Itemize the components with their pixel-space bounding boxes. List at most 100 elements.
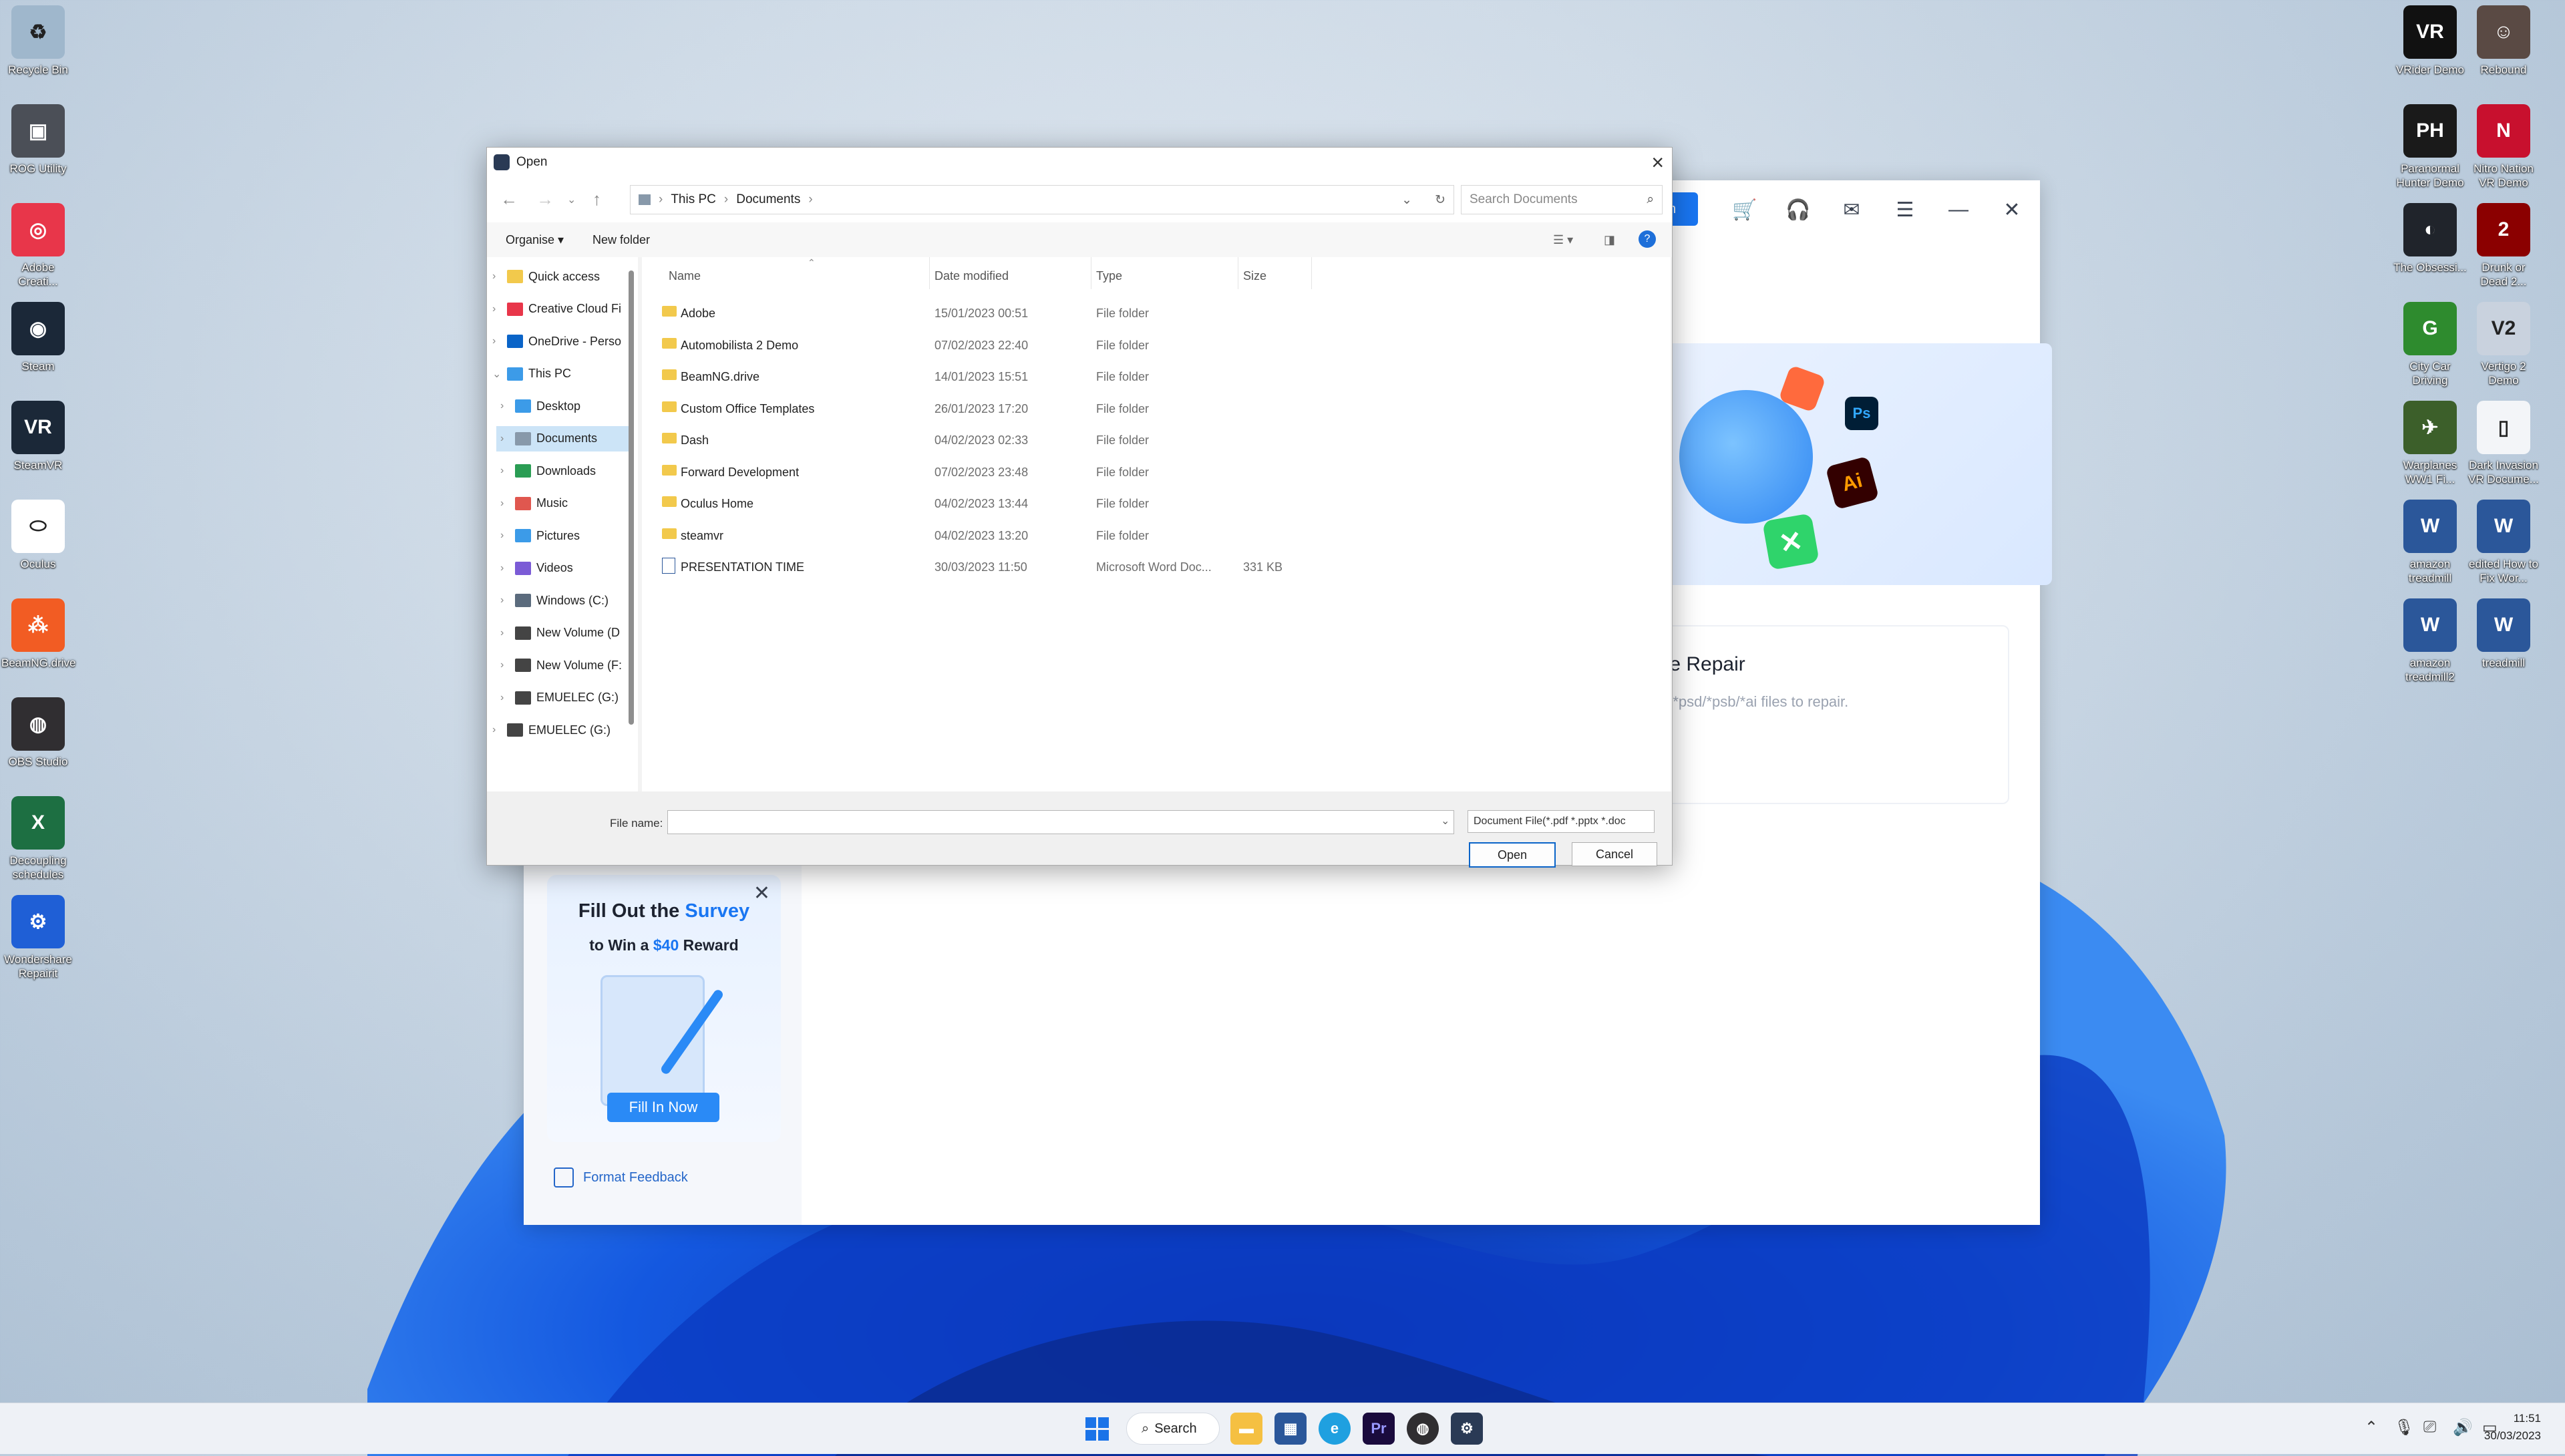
nav-item[interactable]: › Downloads (496, 458, 631, 484)
recent-dropdown-icon[interactable]: ⌄ (567, 193, 576, 206)
expand-chevron-icon[interactable]: › (492, 724, 507, 736)
desktop-icon[interactable]: VR SteamVR (1, 401, 75, 472)
desktop-icon[interactable]: 2 Drunk or Dead 2... (2467, 203, 2540, 289)
forward-arrow-icon[interactable]: → (536, 189, 554, 210)
expand-chevron-icon[interactable]: › (500, 562, 515, 574)
cart-icon[interactable]: 🛒 (1730, 195, 1759, 224)
file-row[interactable]: PRESENTATION TIME 30/03/2023 11:50 Microso… (642, 551, 1310, 582)
column-size[interactable]: Size (1243, 269, 1266, 283)
obs-icon[interactable]: ◍ (1407, 1413, 1439, 1445)
nav-item[interactable]: › EMUELEC (G:) (496, 685, 631, 711)
path-dropdown-icon[interactable]: ⌄ (1401, 192, 1412, 208)
desktop-icon[interactable]: N Nitro Nation VR Demo (2467, 104, 2540, 190)
up-arrow-icon[interactable]: ↑ (592, 189, 601, 210)
desktop-icon[interactable]: ☺ Rebound (2467, 5, 2540, 77)
edge-icon[interactable]: e (1319, 1413, 1351, 1445)
mail-icon[interactable]: ✉ (1837, 195, 1866, 224)
volume-icon[interactable]: 🔊 (2453, 1418, 2473, 1437)
survey-card[interactable]: ✕ Fill Out the Survey to Win a $40 Rewar… (547, 875, 781, 1142)
desktop-icon[interactable]: ⁂ BeamNG.drive (1, 598, 75, 670)
file-row[interactable]: Dash 04/02/2023 02:33 File folder (642, 424, 1310, 455)
refresh-icon[interactable]: ↻ (1435, 192, 1445, 208)
desktop-icon[interactable]: ◎ Adobe Creati... (1, 203, 75, 289)
cancel-button[interactable]: Cancel (1572, 842, 1657, 866)
nav-item[interactable]: › Desktop (496, 393, 631, 419)
nav-item[interactable]: › EMUELEC (G:) (488, 717, 631, 743)
search-field[interactable]: Search Documents ⌕ (1461, 185, 1663, 214)
expand-chevron-icon[interactable]: › (500, 659, 515, 671)
nav-item[interactable]: › Quick access (488, 264, 631, 289)
premiere-icon[interactable]: Pr (1363, 1413, 1395, 1445)
expand-chevron-icon[interactable]: › (500, 465, 515, 477)
desktop-icon[interactable]: ◉ Steam (1, 302, 75, 373)
file-row[interactable]: Forward Development 07/02/2023 23:48 File … (642, 456, 1310, 487)
desktop-icon[interactable]: ✈ Warplanes WW1 Fi... (2393, 401, 2467, 486)
desktop-icon[interactable]: ⬭ Oculus (1, 500, 75, 571)
desktop-icon[interactable]: Wamazon treadmill (2393, 500, 2467, 585)
file-repair-card[interactable]: ile Repair d *psd/*psb/*ai files to repa… (1659, 625, 2009, 804)
desktop-icon[interactable]: ▯ Dark Invasion VR Docume... (2467, 401, 2540, 486)
nav-item[interactable]: › Pictures (496, 523, 631, 548)
desktop-icon[interactable]: G City Car Driving (2393, 302, 2467, 387)
breadcrumb[interactable]: › This PC › Documents › ⌄ ↻ (630, 185, 1454, 214)
network-icon[interactable]: ⎚ (2423, 1418, 2436, 1437)
repairit-taskbar-icon[interactable]: ⚙ (1451, 1413, 1483, 1445)
store-icon[interactable]: ▦ (1274, 1413, 1307, 1445)
expand-chevron-icon[interactable]: › (500, 530, 515, 542)
close-icon[interactable]: ✕ (1997, 195, 2027, 224)
nav-item[interactable]: › Music (496, 491, 631, 516)
menu-icon[interactable]: ☰ (1890, 195, 1920, 224)
format-feedback-link[interactable]: Format Feedback (554, 1167, 688, 1188)
start-icon[interactable] (1081, 1413, 1113, 1445)
desktop-icon[interactable]: ⚙ Wondershare Repairit (1, 895, 75, 980)
expand-chevron-icon[interactable]: › (500, 627, 515, 639)
fill-in-now-button[interactable]: Fill In Now (607, 1093, 719, 1122)
nav-item[interactable]: › Creative Cloud Fi (488, 297, 631, 322)
dialog-close-icon[interactable]: × (1651, 150, 1664, 175)
organise-button[interactable]: Organise ▾ (506, 233, 564, 247)
system-clock[interactable]: 11:51 30/03/2023 (2484, 1410, 2541, 1445)
nav-item[interactable]: › New Volume (F: (496, 653, 631, 678)
minimize-icon[interactable]: — (1944, 195, 1973, 224)
tray-overflow-icon[interactable]: ⌃ (2365, 1418, 2378, 1437)
nav-item[interactable]: ⌄ This PC (488, 361, 631, 387)
expand-chevron-icon[interactable]: › (492, 303, 507, 315)
desktop-icon[interactable]: VR VRider Demo (2393, 5, 2467, 77)
file-row[interactable]: Adobe 15/01/2023 00:51 File folder (642, 297, 1310, 328)
expand-chevron-icon[interactable]: › (500, 594, 515, 606)
microphone-icon[interactable]: 🎙 (2394, 1418, 2414, 1437)
nav-item[interactable]: › New Volume (D (496, 620, 631, 646)
new-folder-button[interactable]: New folder (592, 233, 650, 247)
desktop-icon[interactable]: X Decoupling schedules (1, 796, 75, 882)
breadcrumb-this-pc[interactable]: This PC (671, 192, 716, 207)
expand-chevron-icon[interactable]: › (500, 400, 515, 412)
file-row[interactable]: Automobilista 2 Demo 07/02/2023 22:40 File… (642, 329, 1310, 360)
taskbar-search[interactable]: ⌕ Search (1126, 1413, 1220, 1445)
file-row[interactable]: Oculus Home 04/02/2023 13:44 File folder (642, 488, 1310, 518)
column-name[interactable]: Name (669, 269, 701, 283)
file-explorer-icon[interactable]: ▬ (1230, 1413, 1262, 1445)
desktop-icon[interactable]: Wamazon treadmill2 (2393, 598, 2467, 684)
nav-item[interactable]: › Windows (C:) (496, 588, 631, 613)
back-arrow-icon[interactable]: ← (500, 189, 518, 210)
file-name-dropdown-icon[interactable]: ⌄ (1441, 814, 1449, 828)
expand-chevron-icon[interactable]: › (492, 270, 507, 283)
help-icon[interactable]: ? (1639, 230, 1656, 248)
file-row[interactable]: Custom Office Templates 26/01/2023 17:20 F… (642, 393, 1310, 423)
file-type-select[interactable]: Document File(*.pdf *.pptx *.doc (1468, 810, 1655, 833)
expand-chevron-icon[interactable]: › (500, 498, 515, 510)
file-row[interactable]: steamvr 04/02/2023 13:20 File folder (642, 520, 1310, 550)
headset-icon[interactable]: 🎧 (1783, 195, 1813, 224)
column-date[interactable]: Date modified (934, 269, 1009, 283)
desktop-icon[interactable]: ♻ Recycle Bin (1, 5, 75, 77)
nav-scrollbar[interactable] (629, 270, 634, 725)
expand-chevron-icon[interactable]: › (500, 692, 515, 704)
expand-chevron-icon[interactable]: ⌄ (492, 367, 507, 381)
open-button[interactable]: Open (1469, 842, 1556, 868)
desktop-icon[interactable]: Wtreadmill (2467, 598, 2540, 670)
view-options-icon[interactable]: ☰ ▾ (1553, 233, 1573, 247)
desktop-icon[interactable]: ▣ ROG Utility (1, 104, 75, 176)
desktop-icon[interactable]: V2 Vertigo 2 Demo (2467, 302, 2540, 387)
nav-item[interactable]: › OneDrive - Perso (488, 329, 631, 354)
desktop-icon[interactable]: PH Paranormal Hunter Demo (2393, 104, 2467, 190)
